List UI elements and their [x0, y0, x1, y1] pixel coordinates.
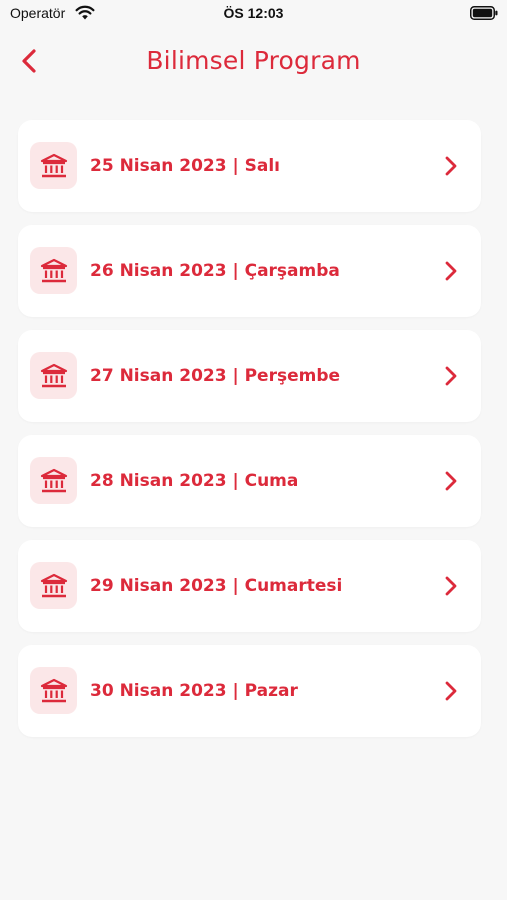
day-card-label: 27 Nisan 2023 | Perşembe — [90, 366, 341, 386]
chevron-right-icon — [445, 156, 457, 176]
day-card-4[interactable]: 28 Nisan 2023 | Cuma — [18, 435, 481, 527]
institution-icon — [40, 363, 67, 387]
day-card-label: 25 Nisan 2023 | Salı — [90, 156, 280, 176]
day-card-3[interactable]: 27 Nisan 2023 | Perşembe — [18, 330, 481, 422]
page-title: Bilimsel Program — [146, 46, 361, 75]
day-card-label: 30 Nisan 2023 | Pazar — [90, 681, 298, 701]
day-card-6[interactable]: 30 Nisan 2023 | Pazar — [18, 645, 481, 737]
day-card-2[interactable]: 26 Nisan 2023 | Çarşamba — [18, 225, 481, 317]
chevron-right-icon — [445, 681, 457, 701]
app-header: Bilimsel Program — [0, 38, 507, 84]
chevron-right-icon — [445, 261, 457, 281]
chevron-right-icon — [445, 471, 457, 491]
day-card-1[interactable]: 25 Nisan 2023 | Salı — [18, 120, 481, 212]
status-time: ÖS 12:03 — [223, 5, 284, 21]
card-icon-badge — [30, 352, 77, 399]
day-card-5[interactable]: 29 Nisan 2023 | Cumartesi — [18, 540, 481, 632]
day-card-label: 29 Nisan 2023 | Cumartesi — [90, 576, 343, 596]
day-card-label: 28 Nisan 2023 | Cuma — [90, 471, 299, 491]
battery-icon — [470, 6, 498, 20]
institution-icon — [40, 573, 67, 597]
card-icon-badge — [30, 247, 77, 294]
card-icon-badge — [30, 457, 77, 504]
card-icon-badge — [30, 667, 77, 714]
institution-icon — [40, 258, 67, 282]
card-icon-badge — [30, 142, 77, 189]
day-list: 25 Nisan 2023 | Salı 26 Nisan 2023 | Çar… — [18, 120, 481, 750]
chevron-right-icon — [445, 366, 457, 386]
institution-icon — [40, 468, 67, 492]
chevron-right-icon — [445, 576, 457, 596]
institution-icon — [40, 678, 67, 702]
status-bar: Operatör ÖS 12:03 — [0, 0, 507, 30]
day-card-label: 26 Nisan 2023 | Çarşamba — [90, 261, 340, 281]
card-icon-badge — [30, 562, 77, 609]
institution-icon — [40, 153, 67, 177]
